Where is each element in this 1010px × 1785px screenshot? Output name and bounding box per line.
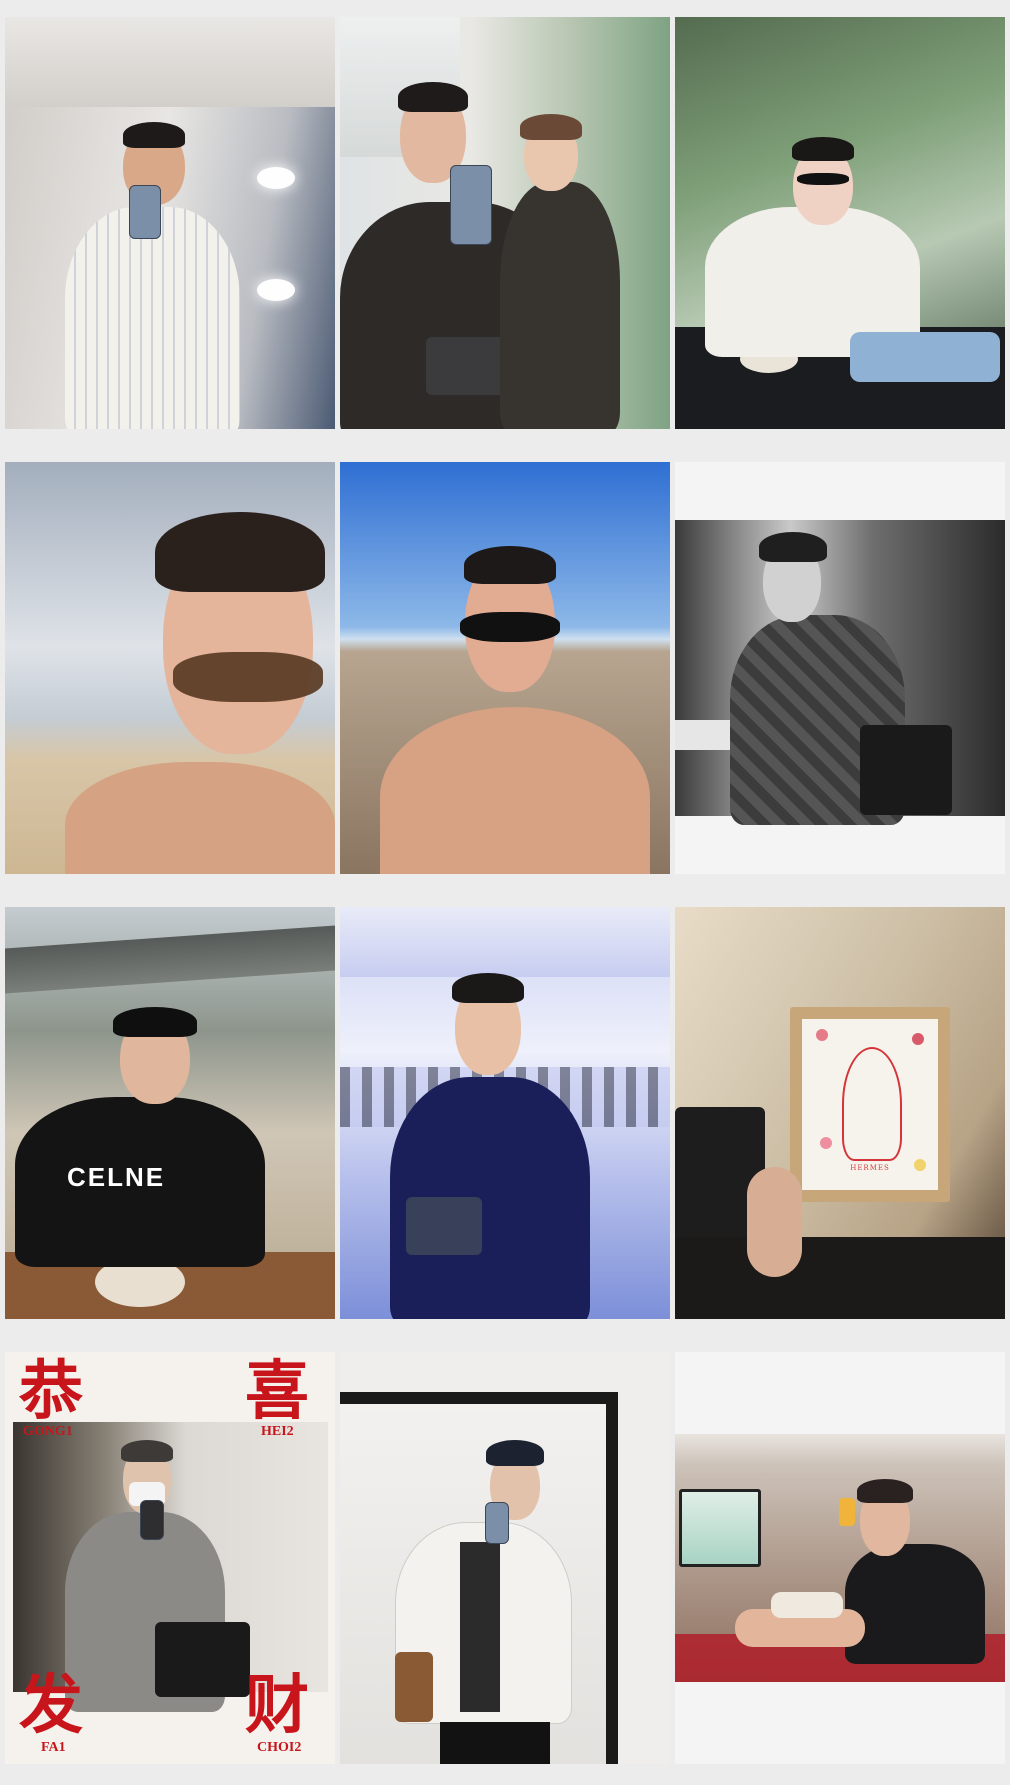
photo-tile[interactable]: [5, 462, 335, 874]
photo-event-hall-navy-shirt: [340, 907, 670, 1319]
photo-tile[interactable]: [340, 462, 670, 874]
photo-mirror-selfie-with-friend: [340, 17, 670, 429]
photo-grid: CELNE HERMES 恭 GONG1 喜 HEI2 发 FA1 财 CHOI…: [5, 17, 1005, 1764]
photo-restaurant-celine-shirt: CELNE: [5, 907, 335, 1319]
photo-beach-sunglasses-cloudy: [5, 462, 335, 874]
greeting-roman-bottom-left: FA1: [41, 1740, 66, 1755]
photo-new-year-greeting-selfie: 恭 GONG1 喜 HEI2 发 FA1 财 CHOI2: [5, 1352, 335, 1764]
photo-tile[interactable]: [5, 17, 335, 429]
photo-tile[interactable]: HERMES: [675, 907, 1005, 1319]
greeting-char-bottom-left: 发: [19, 1668, 83, 1743]
frame-brand-mark: HERMES: [850, 1164, 890, 1172]
photo-tile[interactable]: [675, 1352, 1005, 1764]
photo-black-and-white-portrait-with-bag: [675, 462, 1005, 874]
photo-tile[interactable]: CELNE: [5, 907, 335, 1319]
photo-tile[interactable]: [340, 907, 670, 1319]
photo-tile[interactable]: [340, 1352, 670, 1764]
shirt-print-text: CELNE: [67, 1162, 166, 1192]
photo-tile[interactable]: 恭 GONG1 喜 HEI2 发 FA1 财 CHOI2: [5, 1352, 335, 1764]
greeting-char-bottom-right: 财: [245, 1668, 309, 1743]
greeting-roman-top-left: GONG1: [23, 1424, 73, 1439]
greeting-char-top-left: 恭: [19, 1354, 83, 1429]
greeting-roman-bottom-right: CHOI2: [257, 1740, 302, 1755]
greeting-char-top-right: 喜: [245, 1354, 309, 1429]
photo-framed-portrait-sketch: HERMES: [675, 907, 1005, 1319]
photo-beach-sunglasses-clear-sky: [340, 462, 670, 874]
photo-tile[interactable]: [340, 17, 670, 429]
photo-white-shirt-mirror-selfie: [340, 1352, 670, 1764]
framed-sketch: HERMES: [790, 1007, 950, 1202]
photo-tile[interactable]: [675, 17, 1005, 429]
photo-airplane-cabin-toast: [675, 1352, 1005, 1764]
greeting-roman-top-right: HEI2: [261, 1424, 294, 1439]
photo-tile[interactable]: [675, 462, 1005, 874]
photo-airplane-lavatory-mirror-selfie: [5, 17, 335, 429]
photo-cafe-white-sweater: [675, 17, 1005, 429]
